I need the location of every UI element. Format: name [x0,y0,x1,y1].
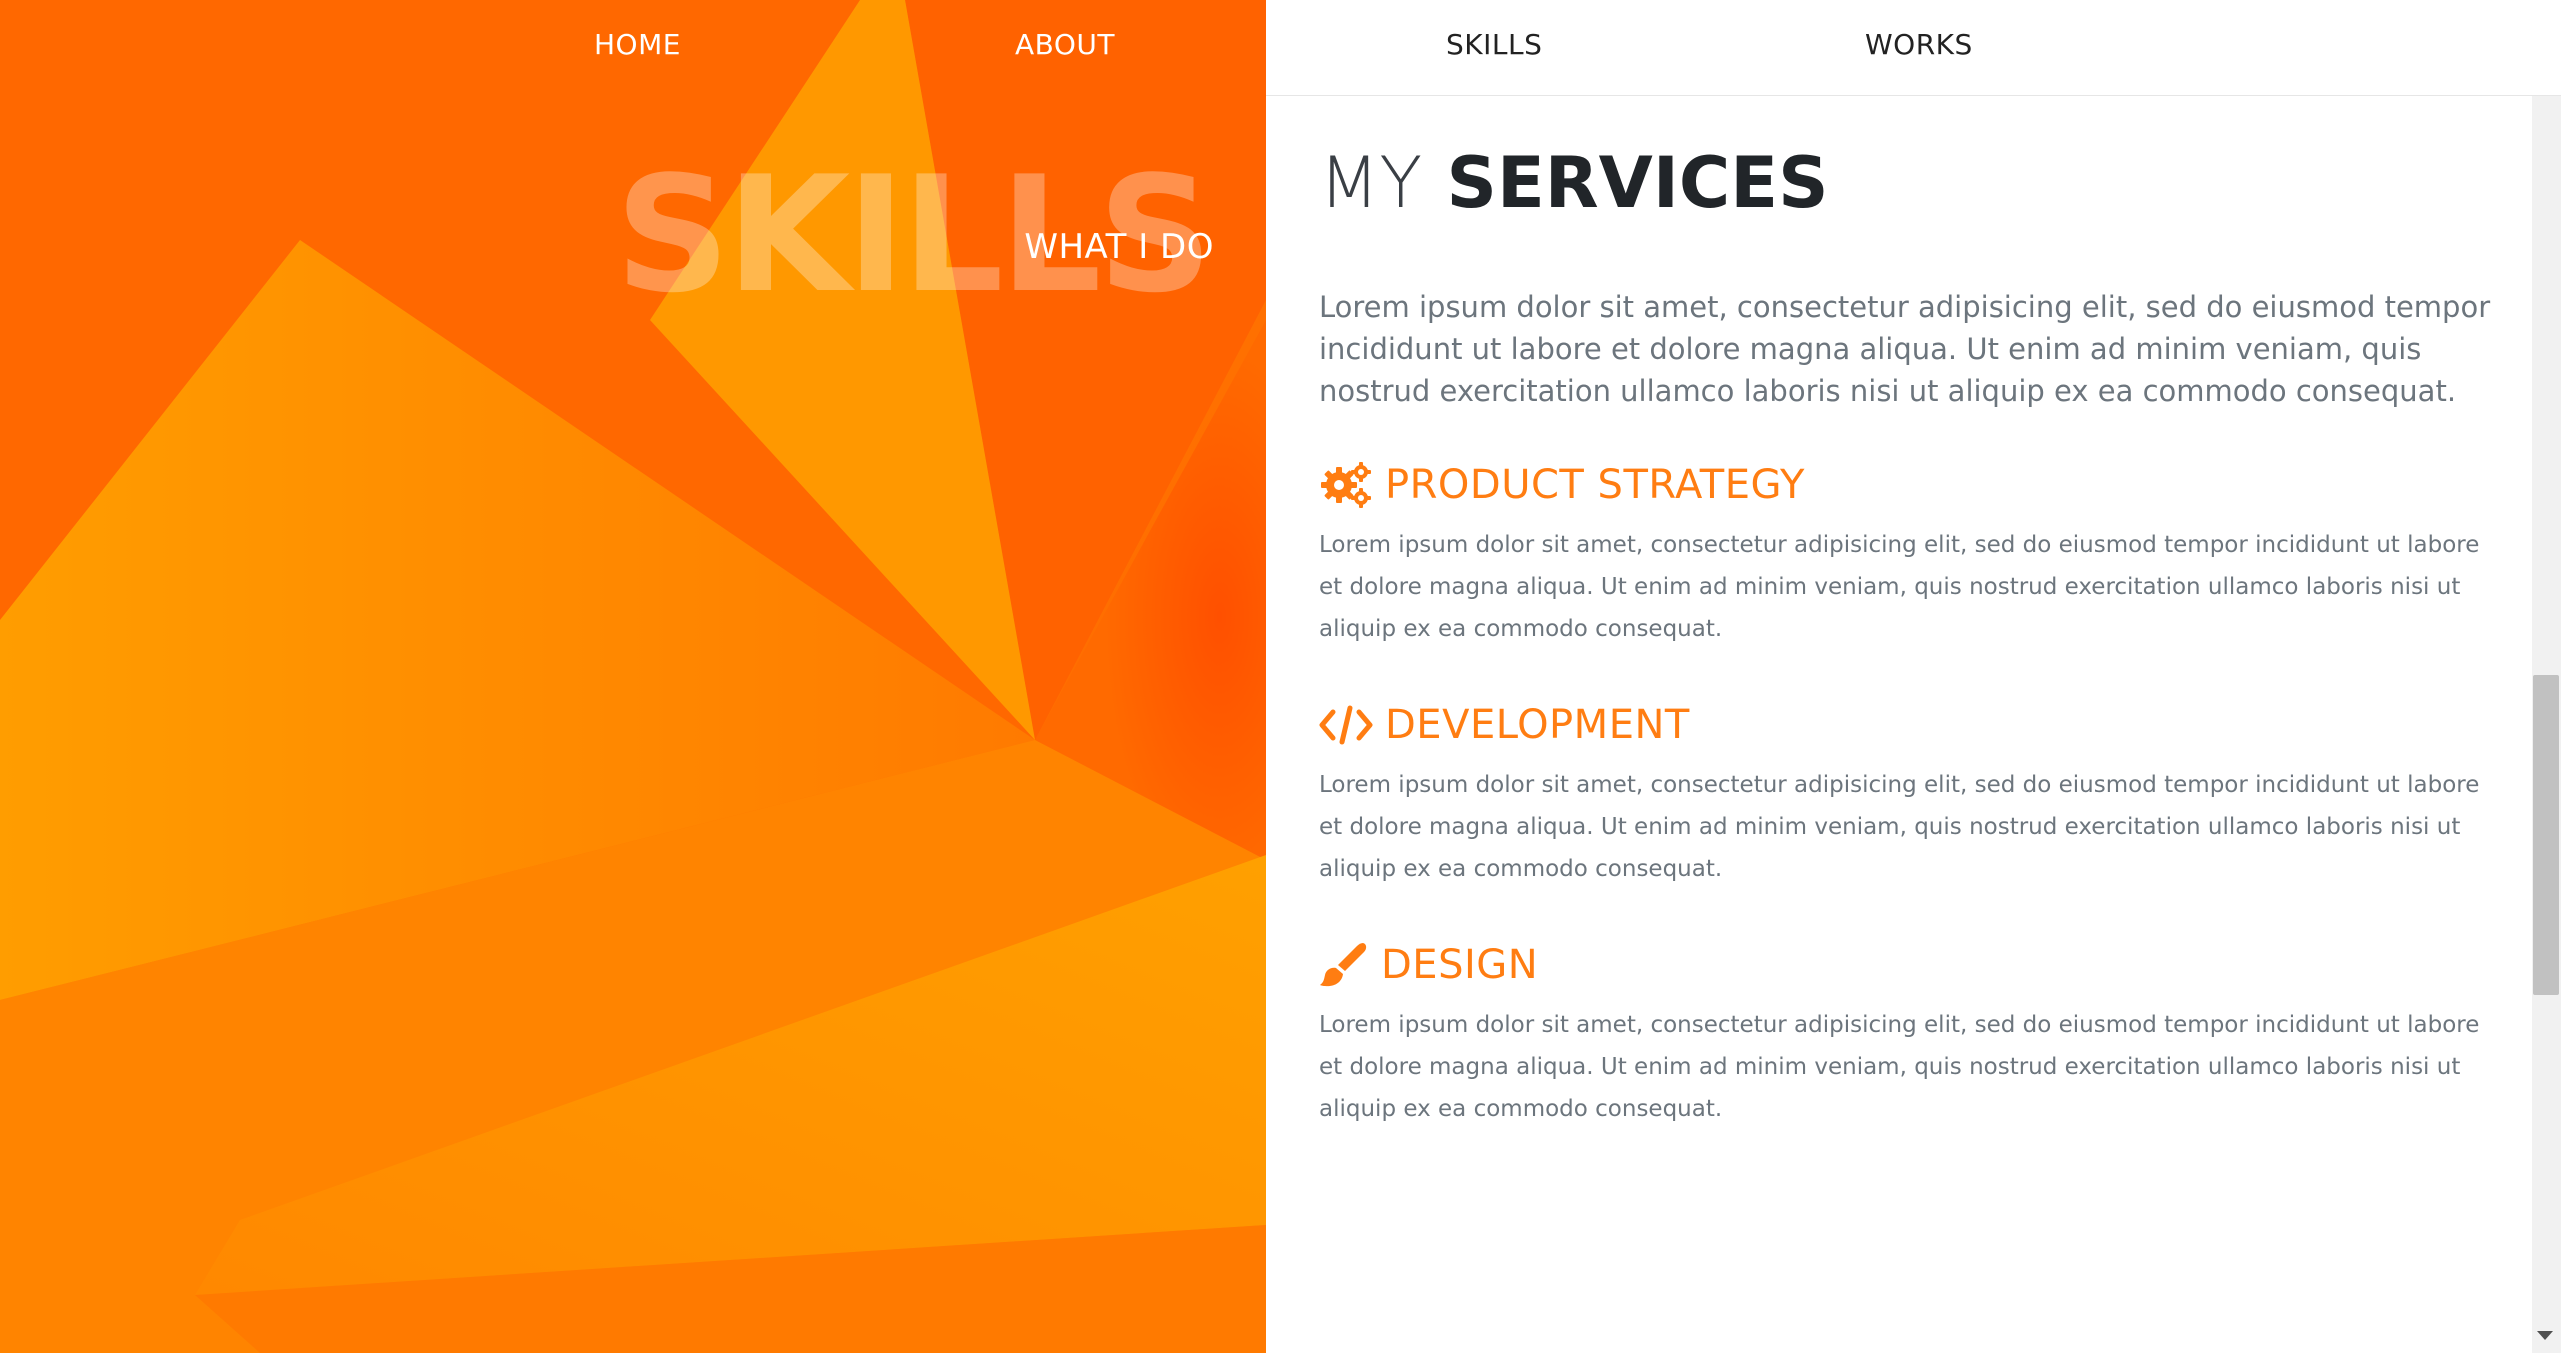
scroll-down-arrow-icon[interactable] [2537,1331,2553,1340]
main-nav: HOME ABOUT SKILLS WORKS [0,0,2561,96]
paintbrush-icon [1319,940,1369,990]
page-title: MY SERVICES [1319,148,1829,218]
service-description: Lorem ipsum dolor sit amet, consectetur … [1319,532,2480,642]
service-item: DEVELOPMENT Lorem ipsum dolor sit amet, … [1319,700,2509,890]
title-thin: MY [1319,142,1423,224]
service-item: DESIGN Lorem ipsum dolor sit amet, conse… [1319,940,2509,1130]
scrollbar-thumb[interactable] [2533,675,2559,995]
intro-paragraph: Lorem ipsum dolor sit amet, consectetur … [1319,290,2491,408]
service-heading: PRODUCT STRATEGY [1319,460,2509,510]
code-icon [1319,700,1373,750]
nav-works[interactable]: WORKS [1865,28,1973,61]
gears-icon [1319,460,1373,510]
title-bold: SERVICES [1446,142,1829,224]
service-item: PRODUCT STRATEGY Lorem ipsum dolor sit a… [1319,460,2509,650]
hero-subtitle: WHAT I DO [1024,227,1214,267]
hero-panel: SKILLS WHAT I DO [0,0,1266,1353]
service-description: Lorem ipsum dolor sit amet, consectetur … [1319,1012,2480,1122]
nav-about[interactable]: ABOUT [1015,28,1115,61]
service-description: Lorem ipsum dolor sit amet, consectetur … [1319,772,2480,882]
service-title: DEVELOPMENT [1385,702,1690,748]
service-title: PRODUCT STRATEGY [1385,462,1805,508]
service-title: DESIGN [1381,942,1539,988]
nav-home[interactable]: HOME [594,28,681,61]
service-heading: DESIGN [1319,940,2509,990]
nav-skills[interactable]: SKILLS [1446,28,1542,61]
service-heading: DEVELOPMENT [1319,700,2509,750]
